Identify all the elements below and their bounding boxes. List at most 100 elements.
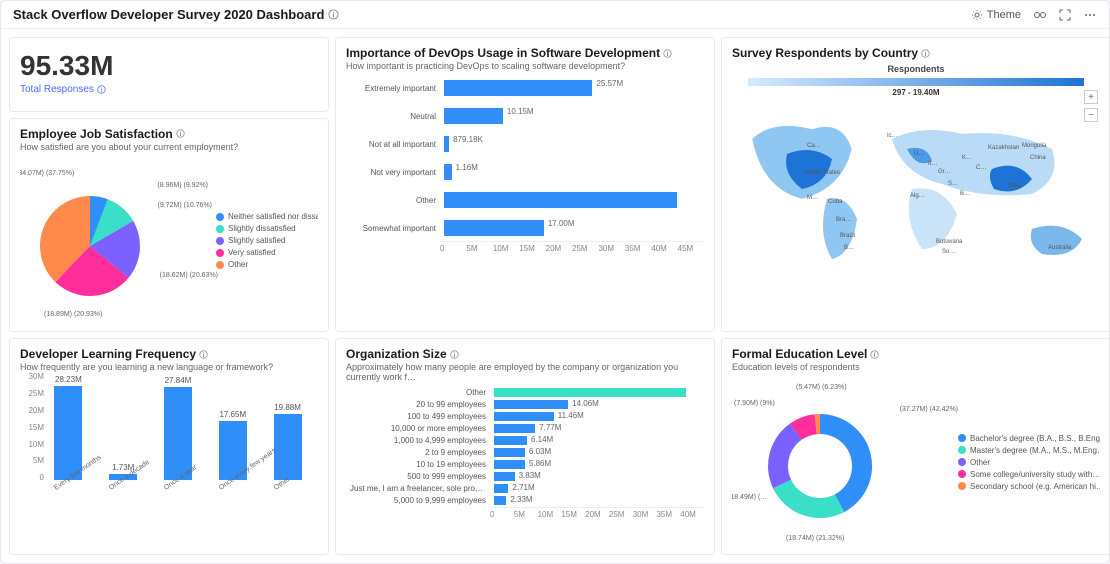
vbar-fill [164, 387, 192, 480]
pie-label: (9.72M) (10.76%) [158, 202, 212, 209]
axis-tick: 45M [678, 244, 704, 253]
pie-label: (8.96M) (9.92%) [157, 182, 208, 189]
kpi-card: 95.33M Total Responses i [9, 37, 329, 112]
map-legend-title: Respondents [732, 64, 1100, 74]
axis-tick: 25M [572, 244, 598, 253]
axis-tick: 5M [514, 510, 538, 519]
hbar-fill [494, 400, 568, 409]
card-title: Survey Respondents by Countryi [732, 46, 1100, 60]
axis-tick: 10M [538, 510, 562, 519]
hbar-row: Other [350, 189, 700, 211]
card-title: Organization Sizei [346, 347, 704, 361]
hbar-track: 17.00M [444, 220, 700, 236]
header-actions: Theme [971, 9, 1097, 21]
hbar-label: Not very important [350, 168, 440, 177]
hbar-row: 500 to 999 employees 3.83M [350, 472, 700, 481]
hbar-fill [444, 220, 544, 236]
info-icon[interactable]: i [870, 350, 879, 359]
hbar-fill [494, 472, 515, 481]
hbar-row: Other [350, 388, 700, 397]
hbar-fill [444, 80, 592, 96]
svg-text:Mongolia: Mongolia [1022, 143, 1047, 149]
hbar-track [444, 192, 700, 208]
expand-icon[interactable] [1059, 9, 1071, 21]
zoom-out-button[interactable]: − [1084, 108, 1098, 122]
legend: Neither satisfied nor dissati… Slightly … [216, 212, 318, 269]
axis-tick: 5M [20, 456, 44, 465]
header: Stack Overflow Developer Survey 2020 Das… [1, 1, 1109, 29]
devops-card: Importance of DevOps Usage in Software D… [335, 37, 715, 332]
theme-button[interactable]: Theme [971, 9, 1021, 21]
info-icon[interactable]: i [97, 85, 106, 94]
legend-item: Slightly dissatisfied [216, 224, 318, 233]
info-icon[interactable]: i [450, 350, 459, 359]
hbar-value: 3.83M [515, 471, 541, 480]
axis-tick: 20M [20, 406, 44, 415]
axis-tick: 40M [651, 244, 677, 253]
hbar-value: 1.16M [452, 163, 478, 172]
map-body[interactable]: Respondents 297 - 19.40M + − [732, 60, 1100, 323]
info-icon[interactable]: i [176, 129, 185, 138]
info-icon[interactable]: i [328, 9, 339, 20]
svg-text:United States: United States [804, 170, 840, 176]
map-card: Survey Respondents by Countryi Responden… [721, 37, 1109, 332]
legend-item: Master's degree (M.A., M.S., M.Eng… [958, 446, 1100, 455]
axis-tick: 35M [625, 244, 651, 253]
world-map: United States Ca… M… Cuba Ic… U… It… Gr…… [732, 99, 1100, 279]
axis-tick: 30M [598, 244, 624, 253]
axis-tick: 40M [680, 510, 704, 519]
axis-tick: 0 [20, 473, 44, 482]
hbar-track: 6.14M [494, 436, 700, 445]
legend: Bachelor's degree (B.A., B.S., B.Eng… Ma… [958, 434, 1100, 491]
more-icon[interactable] [1083, 9, 1097, 21]
map-controls: + − [1084, 90, 1098, 122]
svg-text:It…: It… [928, 161, 937, 167]
hbar-label: Not at all important [350, 140, 440, 149]
hbar-row: 5,000 to 9,999 employees 2.33M [350, 496, 700, 505]
info-icon[interactable]: i [921, 49, 930, 58]
hbar-label: 20 to 99 employees [350, 400, 490, 409]
axis-tick: 15M [20, 423, 44, 432]
pie-label: (18.62M) (20.63%) [160, 272, 218, 279]
legend-item: Bachelor's degree (B.A., B.S., B.Eng… [958, 434, 1100, 443]
hbar-value: 5.86M [525, 459, 551, 468]
education-card: Formal Education Leveli Education levels… [721, 338, 1109, 555]
gear-icon [971, 9, 983, 21]
donut-label: (5.47M) (6.23%) [796, 384, 847, 391]
hbar-value: 14.06M [568, 399, 599, 408]
hbar-value: 879.18K [449, 135, 483, 144]
zoom-in-button[interactable]: + [1084, 90, 1098, 104]
hbar-fill [444, 164, 452, 180]
hbar-label: Neutral [350, 112, 440, 121]
axis-tick: 0 [440, 244, 466, 253]
info-icon[interactable]: i [199, 350, 208, 359]
vbar-value: 27.84M [165, 376, 192, 385]
legend-item: Very satisfied [216, 248, 318, 257]
svg-text:i: i [101, 88, 102, 94]
hbar-value: 2.71M [508, 483, 534, 492]
vbar-fill [54, 386, 82, 480]
svg-text:B…: B… [844, 245, 854, 251]
link-icon[interactable] [1033, 9, 1047, 21]
hbar-row: Not very important 1.16M [350, 161, 700, 183]
hbar-fill [494, 424, 535, 433]
info-icon[interactable]: i [663, 49, 672, 58]
card-subtitle: How important is practicing DevOps to sc… [346, 61, 704, 71]
svg-text:India: India [1008, 183, 1022, 189]
hbar-label: 10,000 or more employees [350, 424, 490, 433]
axis-tick: 20M [585, 510, 609, 519]
hbar-label: 500 to 999 employees [350, 472, 490, 481]
hbar-value: 6.03M [525, 447, 551, 456]
pie-label: (18.89M) (20.93%) [44, 311, 102, 318]
legend-item: Some college/university study with… [958, 470, 1100, 479]
vbar-value: 28.23M [55, 375, 82, 384]
hbar-track: 2.71M [494, 484, 700, 493]
hbar-fill [494, 448, 525, 457]
job-satisfaction-card: Employee Job Satisfactioni How satisfied… [9, 118, 329, 333]
hbar-fill [494, 388, 686, 397]
axis-tick: 15M [519, 244, 545, 253]
hbar-track: 2.33M [494, 496, 700, 505]
pie-chart: (34.07M) (37.75%) (8.96M) (9.92%) (9.72M… [20, 152, 318, 324]
hbar-track: 7.77M [494, 424, 700, 433]
map-legend-range: 297 - 19.40M [732, 88, 1100, 97]
